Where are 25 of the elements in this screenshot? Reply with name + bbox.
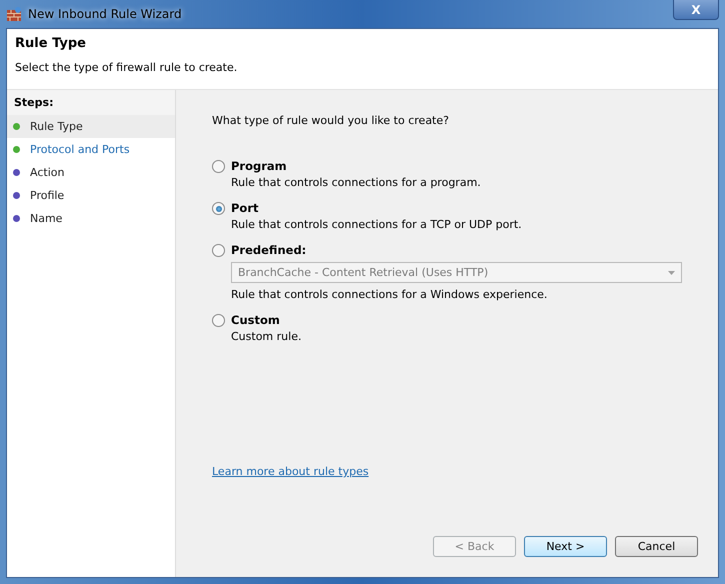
option-description: Rule that controls connections for a TCP or UDP port.: [231, 218, 523, 231]
page-title: Rule Type: [15, 36, 87, 51]
caret-icon: [668, 270, 675, 274]
wizard-button[interactable]: Cancel: [615, 536, 698, 557]
option-label[interactable]: Program: [231, 159, 682, 173]
page-subtitle: Select the type of firewall rule to create.: [15, 61, 238, 74]
step-item[interactable]: Action: [7, 161, 175, 184]
wizard-button[interactable]: Next >: [524, 536, 607, 557]
radio-button[interactable]: [212, 202, 225, 215]
window-title: New Inbound Rule Wizard: [28, 7, 182, 21]
option-description: Custom rule.: [231, 330, 302, 343]
step-item[interactable]: Protocol and Ports: [7, 138, 175, 161]
radio-button[interactable]: [212, 160, 225, 173]
radio-button[interactable]: [212, 314, 225, 327]
option-label[interactable]: Custom: [231, 313, 682, 327]
learn-more-link[interactable]: Learn more about rule types: [212, 465, 369, 478]
question-text: What type of rule would you like to create?: [212, 114, 450, 127]
step-item[interactable]: Rule Type: [7, 115, 175, 138]
step-item[interactable]: Profile: [7, 184, 175, 207]
steps-heading: Steps:: [7, 90, 175, 115]
brick-wall-icon: [6, 6, 22, 22]
option-description: Rule that controls connections for a program.: [231, 176, 482, 189]
option-label[interactable]: Port: [231, 201, 682, 215]
step-item[interactable]: Name: [7, 207, 175, 230]
option-description: Rule that controls connections for a Windows experience.: [231, 288, 548, 301]
